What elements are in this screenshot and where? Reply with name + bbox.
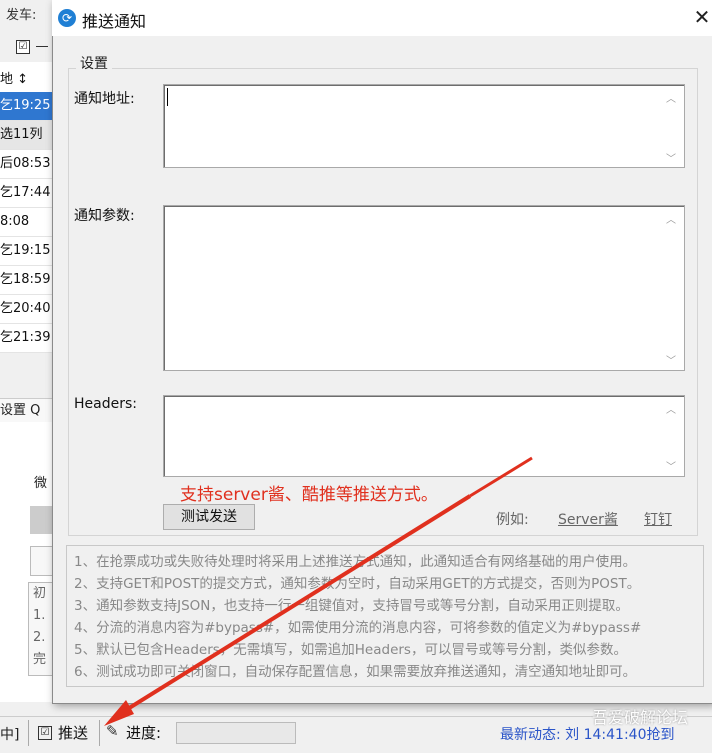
- train-list[interactable]: 地 ↕ 乞19:25 选11列 后08:53 乞17:44 8:08 乞19:1…: [0, 62, 53, 353]
- app-icon: ⟳: [58, 9, 76, 27]
- list-row[interactable]: 乞17:44: [0, 179, 52, 208]
- list-row[interactable]: 乞18:59: [0, 266, 52, 295]
- list-row[interactable]: 8:08: [0, 208, 52, 237]
- group-title: 设置: [76, 53, 112, 73]
- instruction-line: 4、分流的消息内容为#bypass#，如需使用分流的消息内容，可将参数的值定义为…: [74, 620, 642, 636]
- push-label[interactable]: 推送: [58, 722, 88, 743]
- scroll-down-icon[interactable]: ﹀: [666, 352, 676, 367]
- headers-label: Headers:: [74, 396, 137, 412]
- text-caret: [167, 88, 168, 106]
- params-field[interactable]: [163, 205, 685, 371]
- list-row[interactable]: 乞19:25: [0, 92, 52, 121]
- headers-field[interactable]: [163, 395, 685, 477]
- url-label: 通知地址:: [74, 91, 135, 107]
- instruction-line: 2、支持GET和POST的提交方式，通知参数为空时，自动采用GET的方式提交，否…: [74, 576, 641, 592]
- instruction-line: 1、在抢票成功或失败待处理时将采用上述推送方式通知，此通知适合有网络基础的用户使…: [74, 554, 637, 570]
- tab-settings[interactable]: 设置 Q: [0, 398, 52, 424]
- annotation-text: 支持server酱、酷推等推送方式。: [180, 485, 438, 505]
- main-checkbox[interactable]: ☑: [16, 40, 30, 54]
- pencil-icon: ✎: [106, 722, 119, 740]
- list-row[interactable]: 后08:53: [0, 150, 52, 179]
- dialog-titlebar[interactable]: [52, 0, 712, 36]
- side-button[interactable]: [30, 506, 52, 534]
- dialog-title: 推送通知: [82, 12, 147, 31]
- side-input[interactable]: [30, 546, 54, 576]
- side-label: 微: [34, 476, 48, 491]
- params-label: 通知参数:: [74, 208, 135, 224]
- instruction-line: 6、测试成功即可关闭窗口，自动保存配置信息，如果需要放弃推送通知，清空通知地址即…: [74, 664, 637, 680]
- instruction-line: 3、通知参数支持JSON，也支持一行一组键值对，支持冒号或等号分割，自动采用正则…: [74, 598, 629, 614]
- list-header[interactable]: 地 ↕: [0, 66, 52, 94]
- checkbox-dash: [36, 46, 48, 47]
- scroll-down-icon[interactable]: ﹀: [666, 458, 676, 473]
- list-row[interactable]: 乞20:40: [0, 295, 52, 324]
- status-divider: [99, 720, 100, 746]
- scroll-down-icon[interactable]: ﹀: [666, 150, 676, 165]
- example-label: 例如:: [496, 512, 529, 528]
- scroll-up-icon[interactable]: ︿: [666, 211, 676, 226]
- push-checkbox[interactable]: ☑: [38, 726, 52, 740]
- list-row[interactable]: 选11列: [0, 121, 52, 150]
- list-row[interactable]: 乞19:15: [0, 237, 52, 266]
- instruction-line: 5、默认已包含Headers，无需填写，如需追加Headers，可以冒号或等号分…: [74, 642, 627, 658]
- scroll-up-icon[interactable]: ︿: [666, 90, 676, 105]
- url-field[interactable]: [163, 84, 685, 168]
- server-chan-link[interactable]: Server酱: [558, 509, 618, 529]
- progress-bar: [176, 722, 296, 744]
- scroll-up-icon[interactable]: ︿: [666, 401, 676, 416]
- test-send-button[interactable]: 测试发送: [163, 504, 255, 530]
- progress-label: 进度:: [126, 724, 162, 742]
- status-left-text: 中]: [0, 727, 20, 743]
- dingding-link[interactable]: 钉钉: [644, 509, 672, 529]
- close-icon[interactable]: ✕: [692, 6, 712, 28]
- watermark: 吾爱破解论坛: [592, 708, 689, 727]
- list-row[interactable]: 乞21:39: [0, 324, 52, 353]
- status-divider: [28, 720, 29, 746]
- departure-label: 发车:: [6, 8, 37, 23]
